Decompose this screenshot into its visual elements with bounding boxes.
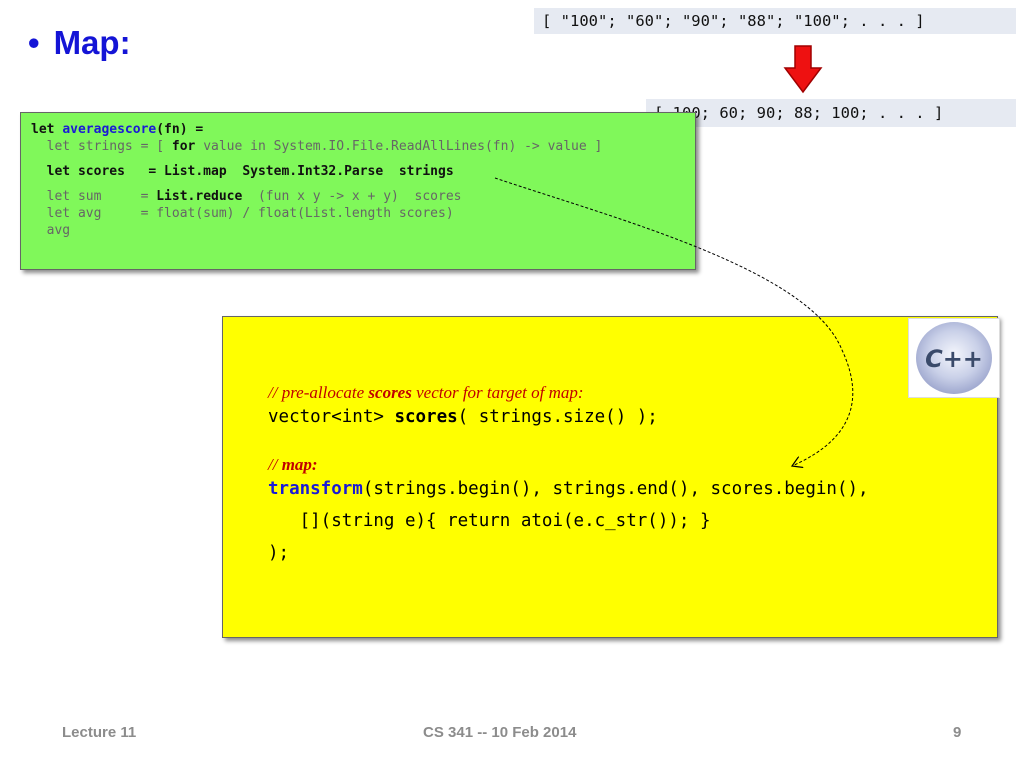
footer-page-number: 9 bbox=[953, 724, 962, 741]
mapping-connector bbox=[494, 177, 854, 768]
footer-lecture: Lecture 11 bbox=[62, 724, 137, 741]
footer-course-date: CS 341 -- 10 Feb 2014 bbox=[423, 724, 577, 741]
